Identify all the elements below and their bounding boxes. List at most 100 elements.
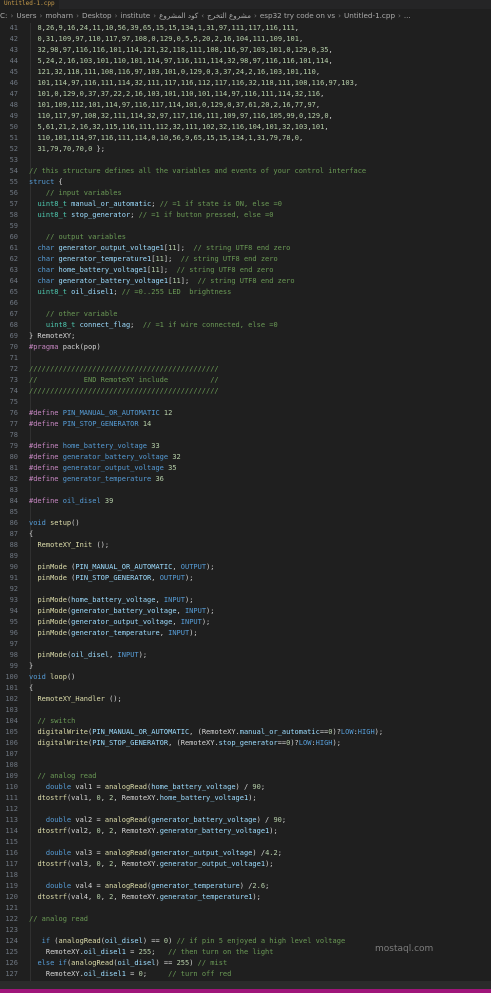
code-line[interactable]: 88 RemoteXY_Init (); <box>0 540 491 551</box>
code-line[interactable]: 110 double val1 = analogRead(home_batter… <box>0 782 491 793</box>
code-line[interactable]: 101 { <box>0 683 491 694</box>
code-line[interactable]: 41 8,26,9,16,24,11,10,56,39,65,15,15,134… <box>0 23 491 34</box>
code-line[interactable]: 67 // other variable <box>0 309 491 320</box>
code-line[interactable]: 107 <box>0 749 491 760</box>
code-line[interactable]: 51 110,101,114,97,116,111,114,0,10,56,9,… <box>0 133 491 144</box>
code-line[interactable]: 91 pinMode (PIN_STOP_GENERATOR, OUTPUT); <box>0 573 491 584</box>
breadcrumb-item[interactable]: institute <box>121 11 151 20</box>
code-line[interactable]: 42 0,31,109,97,110,117,97,108,0,129,0,5,… <box>0 34 491 45</box>
code-line[interactable]: 106 digitalWrite(PIN_STOP_GENERATOR, (Re… <box>0 738 491 749</box>
code-line[interactable]: 64 char generator_battery_voltage1[11]; … <box>0 276 491 287</box>
code-line[interactable]: 102 RemoteXY_Handler (); <box>0 694 491 705</box>
code-line[interactable]: 120 dtostrf(val4, 0, 2, RemoteXY.generat… <box>0 892 491 903</box>
code-line[interactable]: 127 RemoteXY.oil_disel1 = 0; // turn off… <box>0 969 491 980</box>
code-line[interactable]: 113 double val2 = analogRead(generator_b… <box>0 815 491 826</box>
code-line[interactable]: 97 <box>0 639 491 650</box>
code-line[interactable]: 121 <box>0 903 491 914</box>
code-line[interactable]: 99} <box>0 661 491 672</box>
code-line[interactable]: 105 digitalWrite(PIN_MANUAL_OR_AUTOMATIC… <box>0 727 491 738</box>
breadcrumb-item[interactable]: ... <box>404 11 411 20</box>
breadcrumb-item[interactable]: moharn <box>45 11 73 20</box>
code-line[interactable]: 94 pinMode(generator_battery_voltage, IN… <box>0 606 491 617</box>
code-line[interactable]: 71 <box>0 353 491 364</box>
code-line[interactable]: 83 <box>0 485 491 496</box>
code-line[interactable]: 57 uint8_t manual_or_automatic; // =1 if… <box>0 199 491 210</box>
code-line[interactable]: 126 else if(analogRead(oil_disel) == 255… <box>0 958 491 969</box>
code-line[interactable]: 78 <box>0 430 491 441</box>
line-number: 111 <box>5 794 18 802</box>
code-line[interactable]: 96 pinMode(generator_temperature, INPUT)… <box>0 628 491 639</box>
code-line[interactable]: 58 uint8_t stop_generator; // =1 if butt… <box>0 210 491 221</box>
code-line[interactable]: 82 #define generator_temperature 36 <box>0 474 491 485</box>
breadcrumb-item[interactable]: C: <box>0 11 7 20</box>
code-line[interactable]: 65 uint8_t oil_disel1; // =0..255 LED br… <box>0 287 491 298</box>
breadcrumb-item[interactable]: Desktop <box>82 11 112 20</box>
breadcrumb-item[interactable]: esp32 try code on vs <box>260 11 335 20</box>
tab-untitled-1[interactable]: Untitled-1.cpp <box>0 0 59 9</box>
code-line[interactable]: 92 <box>0 584 491 595</box>
code-line[interactable]: 77 #define PIN_STOP_GENERATOR 14 <box>0 419 491 430</box>
code-line[interactable]: 116 double val3 = analogRead(generator_o… <box>0 848 491 859</box>
code-line[interactable]: 114 dtostrf(val2, 0, 2, RemoteXY.generat… <box>0 826 491 837</box>
code-line[interactable]: 100 void loop() <box>0 672 491 683</box>
code-line[interactable]: 87 { <box>0 529 491 540</box>
breadcrumb-item[interactable]: مشروع التخرج <box>207 11 251 20</box>
code-line[interactable]: 47 101,0,129,0,37,37,22,2,16,103,101,110… <box>0 89 491 100</box>
code-line[interactable]: 43 32,98,97,116,116,101,114,121,32,118,1… <box>0 45 491 56</box>
code-line[interactable]: 56 // input variables <box>0 188 491 199</box>
code-line[interactable]: 117 dtostrf(val3, 0, 2, RemoteXY.generat… <box>0 859 491 870</box>
code-line[interactable]: 79 #define home_battery_voltage 33 <box>0 441 491 452</box>
code-line[interactable]: 70 #pragma pack(pop) <box>0 342 491 353</box>
code-line[interactable]: 111 dtostrf(val1, 0, 2, RemoteXY.home_ba… <box>0 793 491 804</box>
breadcrumb-item[interactable]: Untitled-1.cpp <box>344 11 395 20</box>
code-line[interactable]: 84 #define oil_disel 39 <box>0 496 491 507</box>
code-line[interactable]: 46 101,114,97,116,111,114,32,111,117,116… <box>0 78 491 89</box>
code-line[interactable]: 75 <box>0 397 491 408</box>
line-number: 67 <box>9 310 18 318</box>
code-line[interactable]: 85 <box>0 507 491 518</box>
code-line[interactable]: 45 121,32,118,111,108,116,97,103,101,0,1… <box>0 67 491 78</box>
code-line[interactable]: 69} RemoteXY; <box>0 331 491 342</box>
code-editor[interactable]: 41 8,26,9,16,24,11,10,56,39,65,15,15,134… <box>0 23 491 981</box>
code-line[interactable]: 68 uint8_t connect_flag; // =1 if wire c… <box>0 320 491 331</box>
code-line[interactable]: 93 pinMode(home_battery_voltage, INPUT); <box>0 595 491 606</box>
code-line[interactable]: 60 // output variables <box>0 232 491 243</box>
code-line[interactable]: 89 <box>0 551 491 562</box>
code-line[interactable]: 74 //////////////////////////////////////… <box>0 386 491 397</box>
code-line[interactable]: 66 <box>0 298 491 309</box>
code-line[interactable]: 81 #define generator_output_voltage 35 <box>0 463 491 474</box>
code-line[interactable]: 98 pinMode(oil_disel, INPUT); <box>0 650 491 661</box>
code-line[interactable]: 103 <box>0 705 491 716</box>
code-line[interactable]: 108 <box>0 760 491 771</box>
code-line[interactable]: 63 char home_battery_voltage1[11]; // st… <box>0 265 491 276</box>
code-line[interactable]: 109 // analog read <box>0 771 491 782</box>
code-line[interactable]: 50 5,61,21,2,16,32,115,116,111,112,32,11… <box>0 122 491 133</box>
code-line[interactable]: 115 <box>0 837 491 848</box>
code-line[interactable]: 48 101,109,112,101,114,97,116,117,114,10… <box>0 100 491 111</box>
code-line[interactable]: 122 // analog read <box>0 914 491 925</box>
code-line[interactable]: 73 // END RemoteXY include // <box>0 375 491 386</box>
code-line[interactable]: 55 struct { <box>0 177 491 188</box>
code-line[interactable]: 80 #define generator_battery_voltage 32 <box>0 452 491 463</box>
line-number: 110 <box>5 783 18 791</box>
code-line[interactable]: 49 110,117,97,108,32,111,114,32,97,117,1… <box>0 111 491 122</box>
code-line[interactable]: 61 char generator_output_voltage1[11]; /… <box>0 243 491 254</box>
breadcrumb-item[interactable]: Users <box>16 11 36 20</box>
breadcrumb-item[interactable]: كود المشروع <box>159 11 198 20</box>
code-line[interactable]: 118 <box>0 870 491 881</box>
code-line[interactable]: 119 double val4 = analogRead(generator_t… <box>0 881 491 892</box>
code-line[interactable]: 112 <box>0 804 491 815</box>
code-line[interactable]: 62 char generator_temperature1[11]; // s… <box>0 254 491 265</box>
code-line[interactable]: 104 // switch <box>0 716 491 727</box>
code-line[interactable]: 76 #define PIN_MANUAL_OR_AUTOMATIC 12 <box>0 408 491 419</box>
code-line[interactable]: 95 pinMode(generator_output_voltage, INP… <box>0 617 491 628</box>
code-line[interactable]: 53 <box>0 155 491 166</box>
code-line[interactable]: 52 31,79,70,70,0 }; <box>0 144 491 155</box>
code-line[interactable]: 90 pinMode (PIN_MANUAL_OR_AUTOMATIC, OUT… <box>0 562 491 573</box>
code-line[interactable]: 123 <box>0 925 491 936</box>
code-line[interactable]: 72 //////////////////////////////////////… <box>0 364 491 375</box>
code-line[interactable]: 86 void setup() <box>0 518 491 529</box>
code-line[interactable]: 54 // this structure defines all the vari… <box>0 166 491 177</box>
code-line[interactable]: 59 <box>0 221 491 232</box>
code-line[interactable]: 44 5,24,2,16,103,101,110,101,114,97,116,… <box>0 56 491 67</box>
